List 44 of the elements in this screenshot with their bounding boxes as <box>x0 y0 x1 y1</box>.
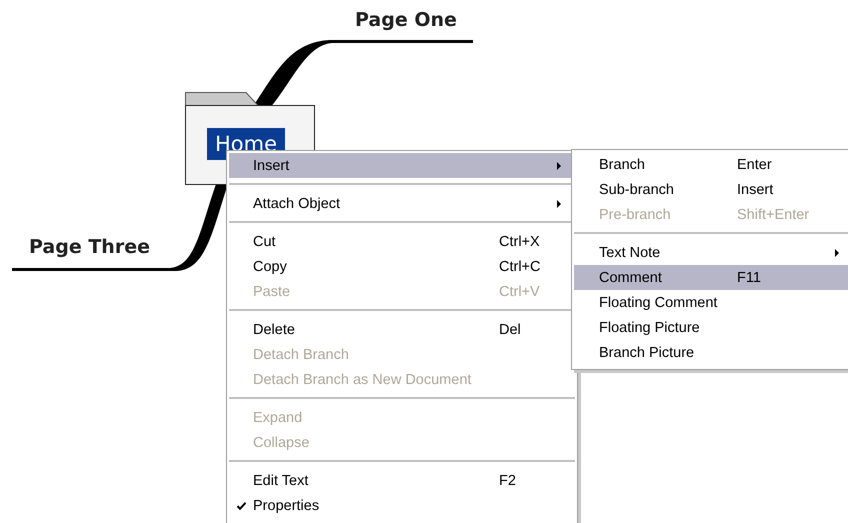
menu-item[interactable]: Branch Picture <box>574 340 848 365</box>
menu-item-label: Insert <box>253 158 290 174</box>
menu-item-label: Detach Branch <box>253 346 350 362</box>
menu-item-label: Branch Picture <box>599 344 696 360</box>
menu-item[interactable]: Copy Ctrl+C <box>229 254 575 279</box>
shortcut-label: Ctrl+V <box>499 284 540 300</box>
shortcut-label: F11 <box>737 270 761 286</box>
menu-item-label: Text Note <box>599 244 662 260</box>
menu-item-label: Branch <box>599 156 646 172</box>
menu-item-label: Sub-branch <box>599 182 675 198</box>
menu-item-label: Pre-branch <box>599 206 672 222</box>
menu-item-label: Floating Comment <box>599 294 718 310</box>
menu-item-label: Floating Picture <box>599 320 701 336</box>
menu-item-label: Properties <box>253 498 320 514</box>
menu-item[interactable]: Text Note <box>574 240 848 265</box>
shortcut-label: Insert <box>737 182 774 198</box>
menu-item[interactable]: Delete Del <box>229 317 575 342</box>
menu-item[interactable]: Cut Ctrl+X <box>229 229 575 254</box>
menu-item[interactable]: Sub-branch Insert <box>574 177 848 202</box>
menu-item-label: Paste <box>253 284 292 300</box>
menu-item[interactable]: Properties <box>229 493 575 518</box>
menu-item[interactable]: Branch Enter <box>574 152 848 177</box>
menu-item-label: Cut <box>253 234 277 250</box>
menu-item-label: Attach Object <box>253 196 342 212</box>
shortcut-label: Shift+Enter <box>737 206 810 222</box>
branch-label[interactable]: Page Three <box>29 236 150 258</box>
branch-label[interactable]: Page One <box>355 9 457 31</box>
shortcut-label: Del <box>499 322 521 338</box>
menu-item-label: Expand <box>253 410 304 426</box>
menu-item-label: Comment <box>599 270 663 286</box>
shortcut-label: Ctrl+C <box>499 258 540 274</box>
menu-item-label: Delete <box>253 322 296 338</box>
menu-item-label: Collapse <box>253 434 310 450</box>
menu-item-label: Detach Branch as New Document <box>253 372 472 388</box>
menu-item-label: Edit Text <box>253 472 310 488</box>
menu-item[interactable]: Floating Comment <box>574 290 848 315</box>
menu-item[interactable]: Attach Object <box>229 191 575 216</box>
shortcut-label: Ctrl+X <box>499 234 540 250</box>
menu-item[interactable]: Comment F11 <box>574 265 848 290</box>
menu-item[interactable]: Floating Picture <box>574 315 848 340</box>
shortcut-label: F2 <box>499 472 516 488</box>
menu-item[interactable]: Edit Text F2 <box>229 468 575 493</box>
shortcut-label: Enter <box>737 156 772 172</box>
menu-item-label: Copy <box>253 258 288 274</box>
